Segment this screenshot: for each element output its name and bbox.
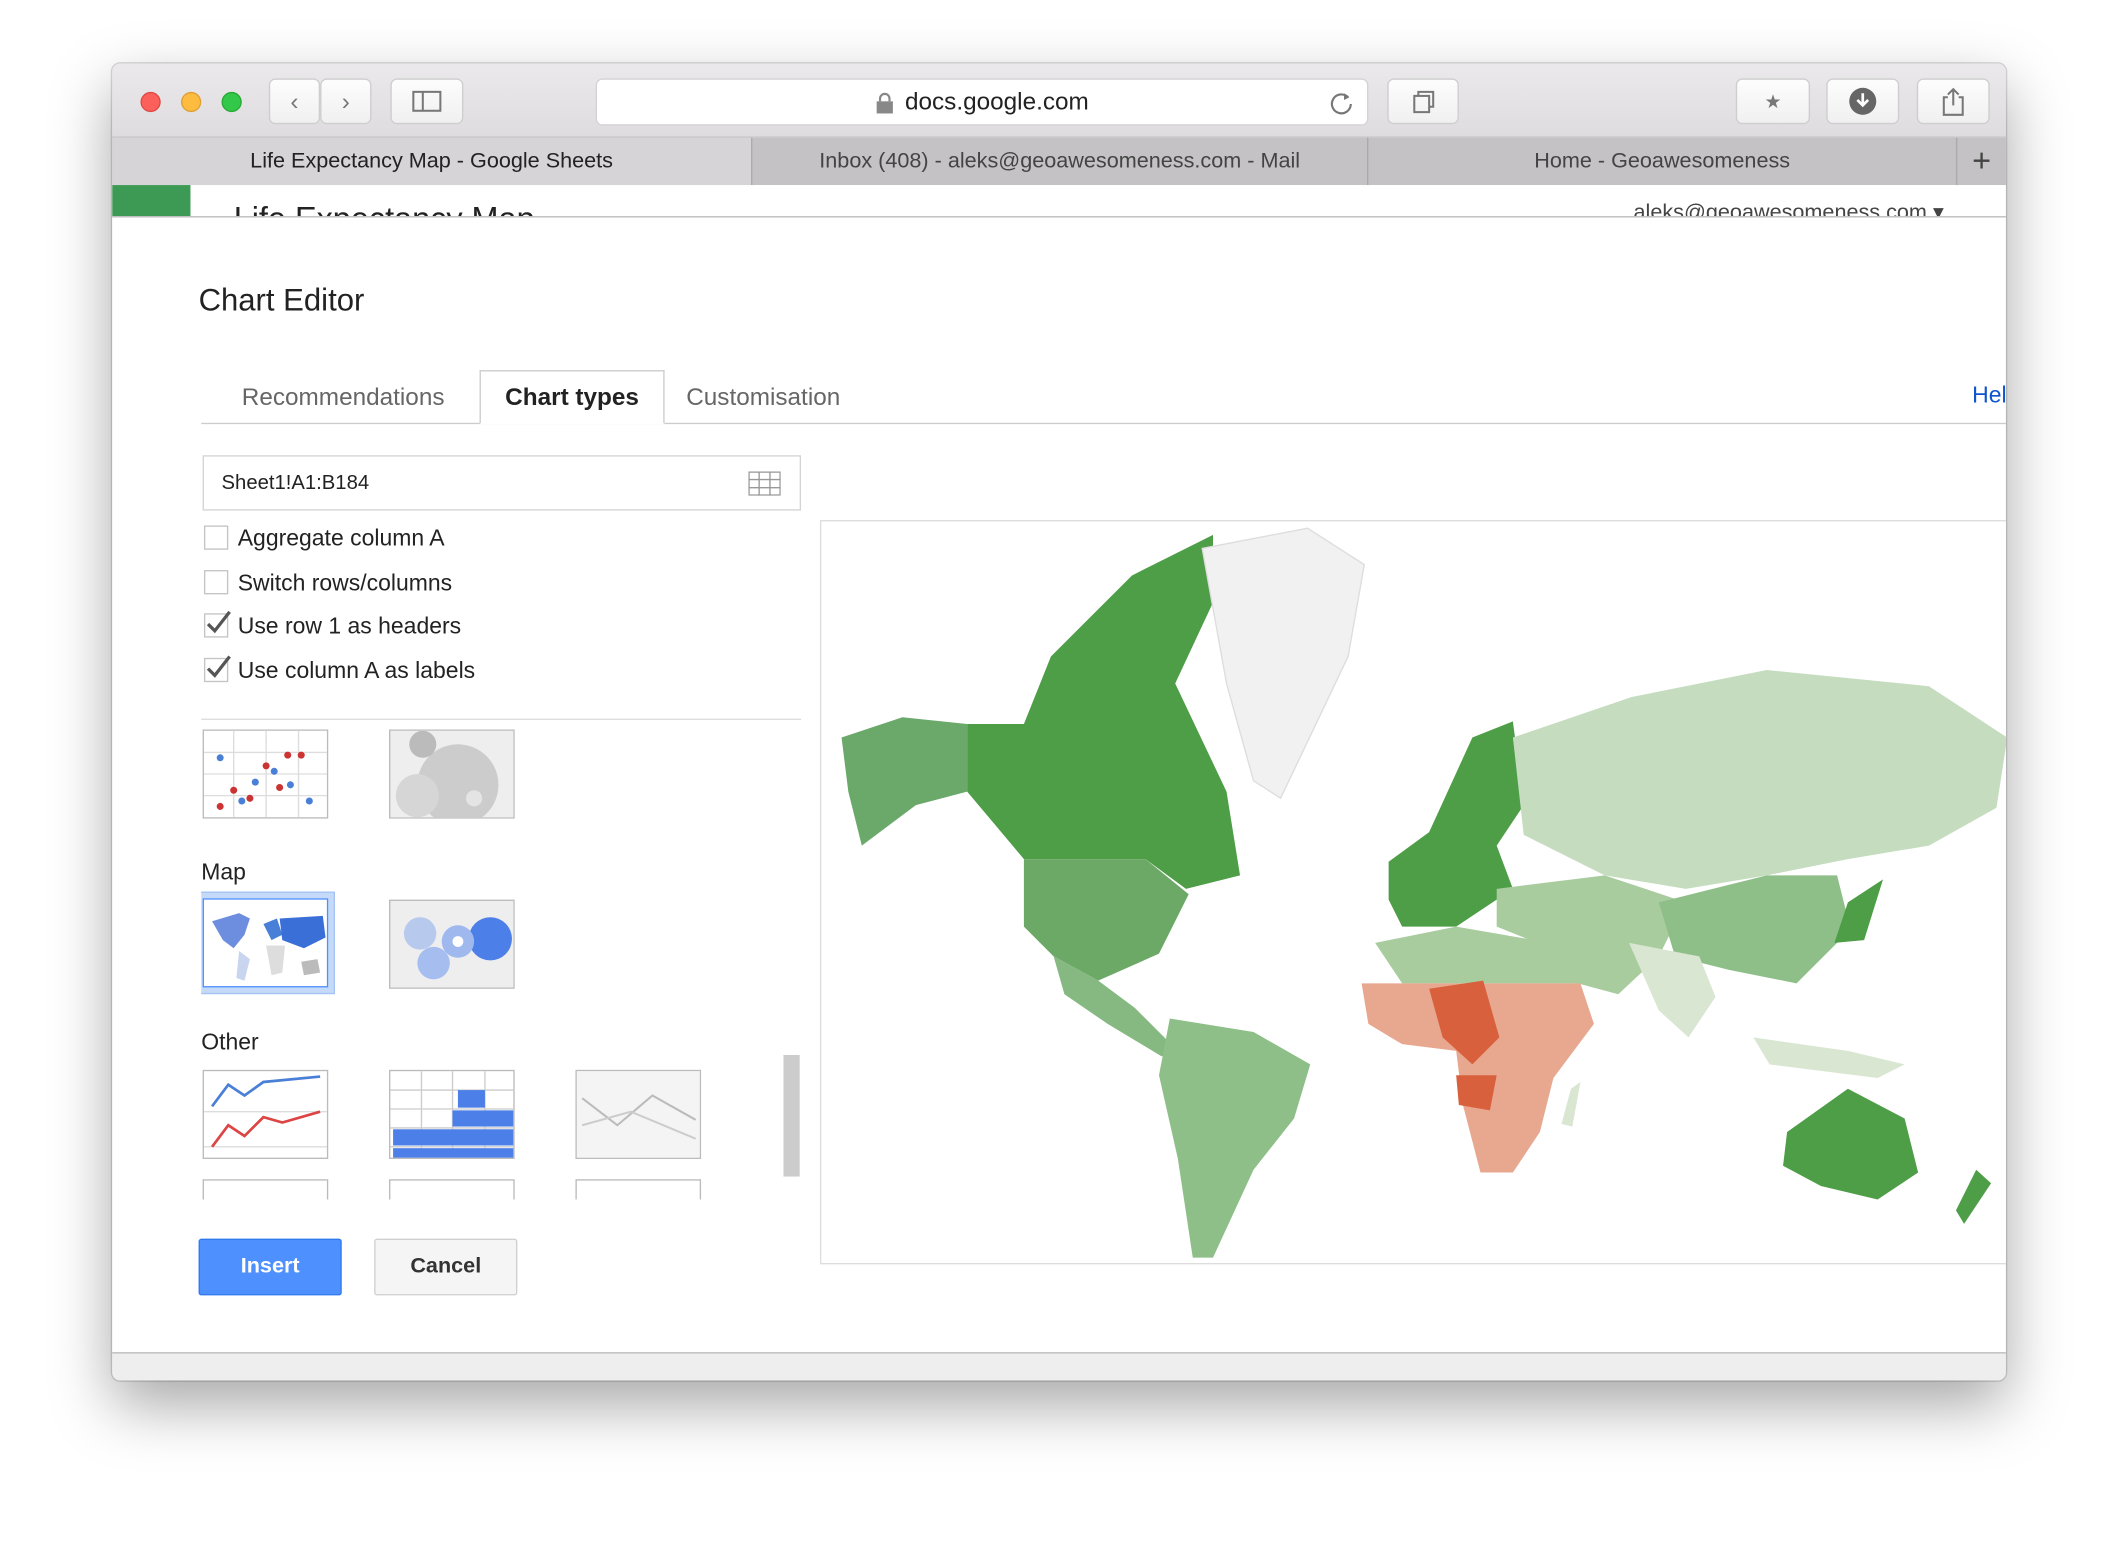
scrollbar-thumb[interactable] xyxy=(783,1054,800,1177)
geo-chart-selected[interactable] xyxy=(201,891,335,995)
checkbox-checked[interactable] xyxy=(203,610,231,638)
bubble-chart-icon xyxy=(390,730,514,818)
tab-label: Home - Geoawesomeness xyxy=(1534,149,1791,173)
option-label: Switch rows/columns xyxy=(237,570,453,596)
map-region-angola xyxy=(1456,1075,1497,1111)
share-icon xyxy=(1942,87,1964,116)
download-icon xyxy=(1849,87,1877,115)
tab-geoawesomeness[interactable]: Home - Geoawesomeness xyxy=(1368,137,1958,186)
section-map-label: Map xyxy=(201,859,246,885)
tabs-divider xyxy=(201,422,2006,425)
data-range-value: Sheet1!A1:B184 xyxy=(221,471,370,495)
forward-button[interactable]: › xyxy=(320,78,372,125)
map-region-greenland xyxy=(1201,527,1366,800)
new-tab-icon: + xyxy=(1972,142,1992,179)
show-tabs-button[interactable] xyxy=(1387,78,1459,125)
help-link[interactable]: Hel xyxy=(1972,382,2006,409)
option-use-row-1-headers[interactable]: Use row 1 as headers xyxy=(203,610,462,642)
option-label: Aggregate column A xyxy=(237,525,445,552)
lock-icon xyxy=(876,92,893,113)
chart-thumb[interactable] xyxy=(575,1179,702,1200)
map-region-usa xyxy=(1023,859,1189,981)
map-region-canada xyxy=(967,534,1241,889)
timeline-chart-thumb[interactable] xyxy=(202,1069,329,1159)
option-label: Use column A as labels xyxy=(237,657,476,684)
tab-recommendations[interactable]: Recommendations xyxy=(242,384,445,412)
geo-marker-chart-icon xyxy=(390,900,514,988)
dialog-title: Chart Editor xyxy=(198,282,365,318)
map-region-alaska xyxy=(841,717,968,846)
geo-marker-chart-thumb[interactable] xyxy=(389,899,515,989)
cancel-button[interactable]: Cancel xyxy=(374,1238,518,1296)
option-use-column-a-labels[interactable]: Use column A as labels xyxy=(203,655,476,686)
chart-editor-dialog: Chart Editor Recommendations Chart types… xyxy=(112,216,2006,1354)
chart-thumb[interactable] xyxy=(389,1179,515,1200)
sheets-header: Life Expectancy Map aleks@geoawesomeness… xyxy=(112,185,2006,218)
forward-icon: › xyxy=(341,87,350,115)
option-aggregate-column-a[interactable]: Aggregate column A xyxy=(203,524,445,554)
checkmark-icon xyxy=(206,610,231,634)
checkmark-icon xyxy=(206,655,231,678)
tabs-icon xyxy=(1412,90,1434,114)
area-chart-icon xyxy=(576,1071,700,1158)
checkbox-checked[interactable] xyxy=(203,655,231,683)
checkbox[interactable] xyxy=(203,570,229,595)
scatter-chart-icon xyxy=(203,730,327,818)
close-window-button[interactable] xyxy=(140,91,161,113)
browser-toolbar: ‹ › docs.google.com ★ xyxy=(112,63,2006,138)
map-region-southeast-asia xyxy=(1753,1037,1905,1078)
line-chart-icon xyxy=(203,1075,327,1148)
download-button[interactable] xyxy=(1826,78,1900,125)
geo-chart-icon xyxy=(212,913,326,981)
browser-window: ‹ › docs.google.com ★ Life Expectancy Ma… xyxy=(112,63,2006,1381)
sidebar-button[interactable] xyxy=(390,78,464,125)
sidebar-icon xyxy=(412,90,442,112)
checkbox[interactable] xyxy=(203,525,229,550)
map-region-madagascar xyxy=(1561,1081,1581,1127)
sheet-background xyxy=(112,1353,2006,1381)
zoom-window-button[interactable] xyxy=(221,91,242,113)
chart-type-list: Map Other xyxy=(201,729,801,1200)
url-text: docs.google.com xyxy=(904,87,1089,115)
tab-google-sheets[interactable]: Life Expectancy Map - Google Sheets xyxy=(112,137,753,186)
tab-mail[interactable]: Inbox (408) - aleks@geoawesomeness.com -… xyxy=(752,137,1369,186)
map-region-south-america xyxy=(1158,1018,1311,1258)
minimize-window-button[interactable] xyxy=(181,91,202,113)
share-button[interactable] xyxy=(1916,78,1990,125)
map-region-australia xyxy=(1783,1088,1919,1200)
map-region-russia xyxy=(1512,669,2006,889)
scatter-chart-thumb[interactable] xyxy=(202,729,329,819)
document-title[interactable]: Life Expectancy Map xyxy=(234,201,535,217)
world-map xyxy=(841,527,2006,1258)
table-chart-thumb[interactable] xyxy=(389,1069,515,1159)
new-tab-button[interactable]: + xyxy=(1957,138,2006,185)
insert-button[interactable]: Insert xyxy=(198,1238,342,1296)
bookmark-button[interactable]: ★ xyxy=(1735,78,1811,125)
tab-label: Life Expectancy Map - Google Sheets xyxy=(250,149,613,173)
map-region-new-zealand xyxy=(1955,1169,1992,1224)
reload-icon[interactable] xyxy=(1329,91,1353,115)
tab-bar: Life Expectancy Map - Google Sheets Inbo… xyxy=(112,137,2006,186)
option-label: Use row 1 as headers xyxy=(237,613,462,639)
geo-chart-preview[interactable] xyxy=(819,520,2006,1265)
chart-thumb[interactable] xyxy=(202,1179,329,1200)
option-switch-rows-columns[interactable]: Switch rows/columns xyxy=(203,569,453,599)
bubble-chart-thumb[interactable] xyxy=(389,729,515,819)
tab-customisation[interactable]: Customisation xyxy=(686,384,840,412)
geo-chart-thumb[interactable] xyxy=(202,898,329,988)
address-bar[interactable]: docs.google.com xyxy=(595,78,1369,126)
back-button[interactable]: ‹ xyxy=(268,78,321,125)
account-menu[interactable]: aleks@geoawesomeness.com ▾ xyxy=(1633,199,1943,217)
sheets-logo xyxy=(112,185,191,218)
bookmark-icon: ★ xyxy=(1764,89,1782,112)
section-other-label: Other xyxy=(201,1029,259,1055)
tab-chart-types[interactable]: Chart types xyxy=(479,370,665,425)
divider xyxy=(201,718,802,720)
table-chart-icon xyxy=(390,1071,514,1158)
back-icon: ‹ xyxy=(290,87,299,115)
select-range-grid-icon[interactable] xyxy=(748,471,781,496)
tab-label: Inbox (408) - aleks@geoawesomeness.com -… xyxy=(819,149,1301,173)
area-chart-thumb[interactable] xyxy=(575,1069,702,1159)
data-range-input[interactable]: Sheet1!A1:B184 xyxy=(202,455,802,511)
